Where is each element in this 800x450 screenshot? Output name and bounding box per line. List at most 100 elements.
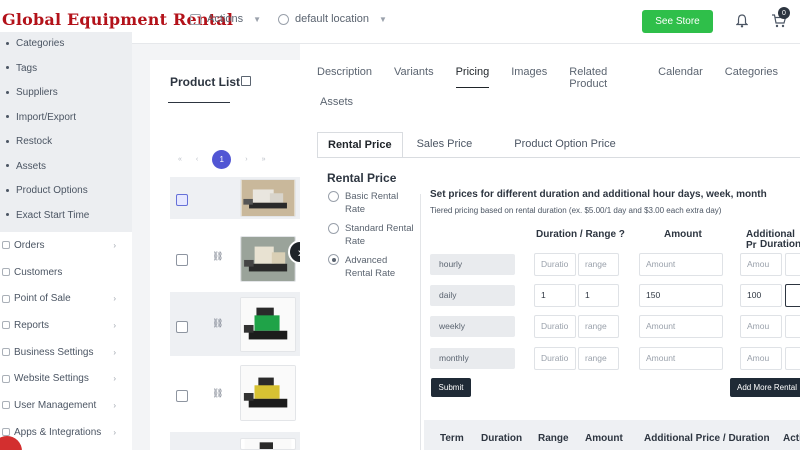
sidebar-subitem-suppliers[interactable]: Suppliers — [0, 81, 132, 106]
next-page-button[interactable]: › — [245, 156, 247, 163]
range-input[interactable]: range — [578, 347, 619, 370]
tab-images[interactable]: Images — [511, 66, 547, 88]
table-row[interactable]: ⛓ — [170, 365, 300, 425]
additional-duration-input[interactable] — [785, 347, 800, 370]
row-checkbox[interactable] — [176, 194, 188, 206]
pricing-subheading: Tiered pricing based on rental duration … — [430, 206, 722, 215]
row-checkbox[interactable] — [176, 254, 188, 266]
sidebar-item-business-settings[interactable]: Business Settings › — [0, 339, 132, 366]
pricing-heading: Set prices for different duration and ad… — [430, 189, 767, 200]
sidebar-item-website-settings[interactable]: Website Settings › — [0, 365, 132, 392]
attachment-icon: ⛓ — [212, 251, 224, 261]
location-selector[interactable]: default location ▼ — [278, 13, 387, 25]
sidebar-subitem-import-export[interactable]: Import/Export — [0, 106, 132, 131]
sidebar-subitem-categories[interactable]: Categories — [0, 32, 132, 57]
table-row[interactable]: ⛓ — [170, 236, 300, 282]
actions-menu[interactable]: Actions ▼ — [190, 13, 261, 25]
tab-categories[interactable]: Categories — [725, 66, 778, 88]
additional-duration-input[interactable] — [785, 284, 800, 307]
product-thumbnail[interactable] — [240, 236, 296, 282]
duration-input[interactable]: Duratio — [534, 347, 576, 370]
tab-calendar[interactable]: Calendar — [658, 66, 703, 88]
pricing-subtabs: Rental Price Sales Price Product Option … — [317, 132, 626, 157]
last-page-button[interactable]: » — [262, 156, 266, 163]
location-icon — [278, 13, 289, 25]
row-checkbox[interactable] — [176, 321, 188, 333]
duration-input[interactable]: Duratio — [534, 315, 576, 338]
term-hourly: hourly — [430, 254, 515, 275]
subtab-sales-price[interactable]: Sales Price — [407, 132, 483, 157]
see-store-button[interactable]: See Store — [642, 10, 713, 33]
sidebar-subitem-tags[interactable]: Tags — [0, 57, 132, 82]
col-header-duration: Duration / Range ? — [536, 229, 625, 240]
user-management-icon — [2, 401, 10, 410]
tab-description[interactable]: Description — [317, 66, 372, 88]
first-page-button[interactable]: « — [178, 156, 182, 163]
col-header-additional-duration: Duration — [760, 239, 800, 250]
subtab-rental-price[interactable]: Rental Price — [317, 132, 403, 157]
radio-advanced-rental-rate[interactable] — [328, 254, 339, 265]
amount-input[interactable]: Amount — [639, 253, 723, 276]
actions-label: Actions — [207, 13, 244, 25]
sidebar: Categories Tags Suppliers Import/Export … — [0, 32, 132, 450]
sidebar-item-apps-integrations[interactable]: Apps & Integrations › — [0, 419, 132, 446]
submit-button[interactable]: Submit — [431, 378, 471, 397]
chevron-right-icon: › — [113, 347, 116, 357]
range-input[interactable]: range — [578, 315, 619, 338]
tab-assets[interactable]: Assets — [320, 96, 353, 108]
additional-duration-input[interactable] — [785, 315, 800, 338]
orders-icon — [2, 241, 10, 250]
additional-price-input[interactable]: Amou — [740, 253, 782, 276]
business-settings-icon — [2, 348, 10, 357]
duration-input[interactable]: Duratio — [534, 253, 576, 276]
sidebar-subitem-assets[interactable]: Assets — [0, 155, 132, 180]
additional-duration-input[interactable] — [785, 253, 800, 276]
sidebar-subitem-product-options[interactable]: Product Options — [0, 179, 132, 204]
duration-input[interactable]: 1 — [534, 284, 576, 307]
additional-price-input[interactable]: Amou — [740, 315, 782, 338]
chevron-right-icon: › — [113, 294, 116, 304]
range-input[interactable]: 1 — [578, 284, 619, 307]
tab-pricing[interactable]: Pricing — [455, 66, 490, 88]
rental-price-title: Rental Price — [327, 171, 397, 185]
chevron-down-icon: ▼ — [253, 14, 261, 24]
product-thumbnail[interactable] — [240, 438, 296, 450]
subtab-product-option-price[interactable]: Product Option Price — [504, 132, 626, 157]
additional-price-input[interactable]: Amou — [740, 347, 782, 370]
sidebar-subitem-restock[interactable]: Restock — [0, 130, 132, 155]
product-thumbnail[interactable] — [240, 365, 296, 421]
chevron-right-icon: › — [113, 400, 116, 410]
divider — [420, 194, 421, 450]
tab-related-product[interactable]: Related Product — [569, 66, 636, 90]
additional-price-input[interactable]: 100 — [740, 284, 782, 307]
radio-basic-rental-rate[interactable] — [328, 191, 339, 202]
calendar-icon[interactable] — [241, 76, 251, 86]
th-actions: Acti — [783, 433, 800, 444]
table-row[interactable] — [170, 177, 300, 219]
table-row[interactable]: ⛓ — [170, 292, 300, 356]
table-row[interactable] — [170, 432, 300, 450]
product-thumbnail[interactable] — [240, 297, 296, 352]
amount-input[interactable]: Amount — [639, 315, 723, 338]
sidebar-item-reports[interactable]: Reports › — [0, 312, 132, 339]
sidebar-item-user-management[interactable]: User Management › — [0, 392, 132, 419]
product-list-panel: Product List « ‹ 1 › » ⛓ ⛓ ⛓ — [150, 60, 300, 450]
product-thumbnail[interactable] — [240, 179, 296, 217]
range-input[interactable]: range — [578, 253, 619, 276]
chevron-right-icon: › — [113, 320, 116, 330]
apps-icon — [2, 428, 10, 437]
sidebar-item-customers[interactable]: Customers — [0, 259, 132, 286]
bell-icon[interactable] — [736, 14, 748, 28]
th-term: Term — [440, 433, 464, 444]
page-number-current[interactable]: 1 — [212, 150, 232, 169]
tab-variants[interactable]: Variants — [394, 66, 434, 88]
row-checkbox[interactable] — [176, 390, 188, 402]
add-more-rental-button[interactable]: Add More Rental — [730, 378, 800, 397]
sidebar-item-orders[interactable]: Orders › — [0, 232, 132, 259]
prev-page-button[interactable]: ‹ — [196, 156, 198, 163]
amount-input[interactable]: Amount — [639, 347, 723, 370]
radio-standard-rental-rate[interactable] — [328, 223, 339, 234]
sidebar-item-point-of-sale[interactable]: Point of Sale › — [0, 285, 132, 312]
sidebar-subitem-exact-start-time[interactable]: Exact Start Time — [0, 204, 132, 229]
amount-input[interactable]: 150 — [639, 284, 723, 307]
